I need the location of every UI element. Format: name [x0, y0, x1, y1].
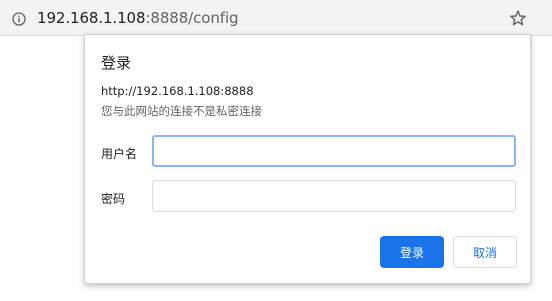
password-label: 密码	[101, 192, 126, 206]
login-button[interactable]: 登录	[380, 236, 444, 268]
username-input[interactable]	[152, 135, 516, 167]
username-label: 用户名	[101, 147, 138, 161]
insecure-connection-warning: 您与此网站的连接不是私密连接	[101, 104, 262, 118]
dialog-title: 登录	[101, 54, 132, 72]
info-icon[interactable]	[12, 11, 26, 26]
url-text[interactable]: 192.168.1.108:8888/config	[37, 8, 239, 28]
password-input[interactable]	[152, 180, 516, 212]
url-path: :8888/config	[145, 9, 239, 27]
dialog-origin: http://192.168.1.108:8888	[101, 84, 254, 98]
address-bar[interactable]: 192.168.1.108:8888/config	[0, 0, 552, 36]
auth-dialog: 登录 http://192.168.1.108:8888 您与此网站的连接不是私…	[84, 34, 531, 284]
cancel-button[interactable]: 取消	[453, 236, 517, 268]
url-host: 192.168.1.108	[37, 9, 146, 27]
star-icon[interactable]	[509, 9, 527, 27]
